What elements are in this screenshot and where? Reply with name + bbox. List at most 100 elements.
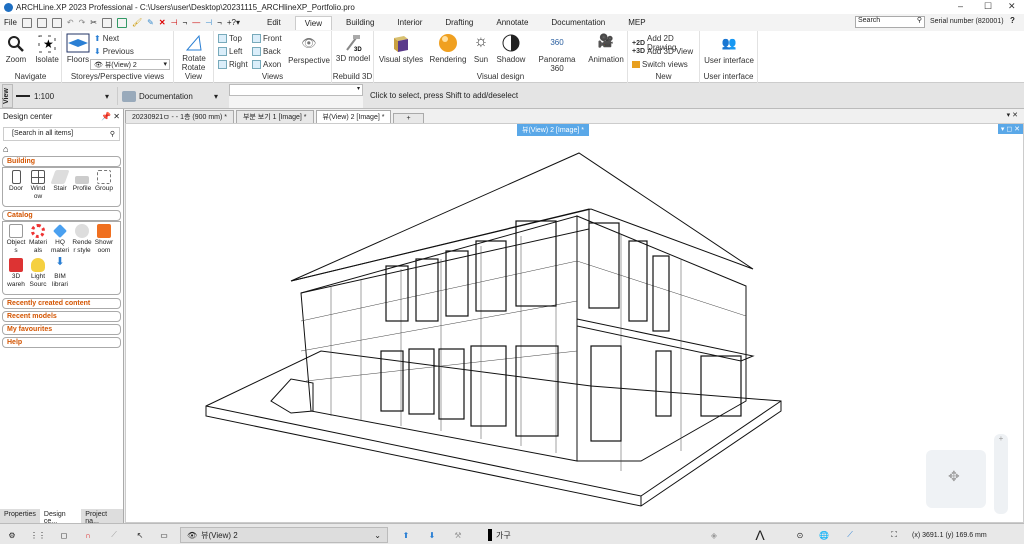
open-icon[interactable] [21,17,32,28]
doc-tab-view2[interactable]: 뷰(View) 2 [Image] * [315,110,392,123]
settings-gear-icon[interactable]: ⚙ [4,527,20,543]
copy-icon[interactable] [102,17,112,28]
tab-project-navigator[interactable]: Project na... [81,509,123,525]
redo-icon[interactable]: ↷ [79,18,86,27]
light-sources-item[interactable]: Light Sourc [27,258,49,289]
3d-viewport[interactable]: 뷰(View) 2 [Image] * ▾ ◻ ✕ ✥ + [125,123,1024,523]
user-interface-button[interactable]: 👥 User interface [702,36,756,65]
brush-icon[interactable]: 🖌 [132,18,142,27]
print-icon[interactable] [51,17,62,28]
doc-tab-partial-view[interactable]: 부분 보기 1 [Image] * [235,110,314,123]
customize-icon[interactable]: +?▾ [227,18,240,27]
navigation-cube-widget[interactable]: ✥ [926,450,986,508]
trim-icon[interactable]: ⊣ [205,18,212,27]
visual-styles-button[interactable]: Visual styles [378,33,424,64]
help-section[interactable]: Help [2,337,121,348]
stair-item[interactable]: Stair [49,170,71,201]
animation-button[interactable]: 🎥 Animation [586,33,626,64]
hq-materials-item[interactable]: HQ materi [49,224,71,255]
paste-icon[interactable] [117,17,127,28]
close-panel-icon[interactable]: ✕ [113,112,120,121]
home-icon[interactable]: ⌂ [0,144,123,154]
tab-properties[interactable]: Properties [0,509,40,523]
pin-icon[interactable]: 📌 [101,112,111,121]
layers-icon[interactable]: ◈ [706,527,722,543]
cut-icon[interactable]: ✂ [90,18,97,27]
file-menu[interactable]: File [4,18,17,27]
tab-documentation[interactable]: Documentation [542,16,614,29]
rebuild-3d-icon[interactable]: ⚒ [450,527,466,543]
current-layer[interactable]: 가구 [488,527,511,543]
view-top-button[interactable]: Top [218,34,242,43]
save-icon[interactable] [36,17,47,28]
rotate-button[interactable]: Rotate [178,34,210,63]
window-item[interactable]: Wind ow [27,170,49,201]
perspective-button[interactable]: 👁 Perspective [288,36,330,65]
dimension-icon[interactable]: ⊣ [171,18,178,27]
tab-view[interactable]: View [294,15,332,30]
search-input[interactable]: Search ⚲ [855,16,925,28]
pointer-icon[interactable]: ⊙ [792,527,808,543]
command-input[interactable]: ▾ [229,84,363,96]
isolate-button[interactable]: ★ Isolate [34,35,60,64]
tab-design-center[interactable]: Design ce... [39,509,82,525]
panorama-360-button[interactable]: 360 Panorama 360 [532,33,582,73]
showroom-item[interactable]: Showr oom [93,224,115,255]
zoom-extents-icon[interactable]: ⛶ [886,527,902,543]
maximize-button[interactable]: ☐ [984,1,992,12]
bim-libraries-item[interactable]: ⬇ BIM librari [49,257,71,289]
recently-created-section[interactable]: Recently created content [2,298,121,309]
tab-edit[interactable]: Edit [258,16,290,29]
objects-item[interactable]: Object s [5,224,27,255]
group-item[interactable]: Group [93,170,115,201]
next-button[interactable]: ⬆ Next [94,34,119,43]
minimize-button[interactable]: – [958,1,963,11]
view-status-select[interactable]: 👁 뷰(View) 2 ⌄ [180,527,388,543]
scale-select[interactable]: 1:100 ▾ [16,87,118,105]
magnet-icon[interactable]: ∩ [80,527,96,543]
view-select[interactable]: 👁 뷰(View) 2 ▾ [90,59,170,70]
zoom-button[interactable]: Zoom [4,35,28,64]
recent-models-section[interactable]: Recent models [2,311,121,322]
view-right-button[interactable]: Right [218,60,248,69]
tab-menu-icon[interactable]: ▾ ✕ [1007,111,1018,119]
view-box-icon[interactable]: ▭ [156,527,172,543]
view-front-button[interactable]: Front [252,34,282,43]
tab-building[interactable]: Building [337,16,383,29]
zoom-slider[interactable]: + [994,434,1008,514]
switch-views-button[interactable]: Switch views [632,60,688,69]
layer-set-select[interactable]: Documentation ▾ [122,87,226,105]
add-3d-view-button[interactable]: +3D Add 3D View [632,47,693,56]
3d-model-button[interactable]: 3D 3D model [334,34,372,63]
text-style-icon[interactable]: Λ [752,527,768,543]
tab-mep[interactable]: MEP [619,16,654,29]
delete-icon[interactable]: ✕ [159,18,166,27]
tab-interior[interactable]: Interior [388,16,431,29]
globe-icon[interactable]: 🌐 [816,527,832,543]
shadow-button[interactable]: Shadow [496,33,526,64]
frame-icon[interactable]: ◻ [56,527,72,543]
rendering-button[interactable]: Rendering [428,33,468,64]
corner-icon[interactable]: ¬ [183,18,188,27]
render-style-item[interactable]: Rende r style [71,224,93,255]
grid-icon[interactable]: ⋮⋮ [30,527,46,543]
building-section-header[interactable]: Building [2,156,121,167]
tab-annotate[interactable]: Annotate [487,16,537,29]
help-button[interactable]: ? [1010,16,1015,25]
floor-down-icon[interactable]: ⬇ [424,527,440,543]
floors-button[interactable]: Floors [64,33,92,64]
design-center-search[interactable]: [Search in all items] ⚲ [3,127,120,141]
doc-tab-floor[interactable]: 20230921ㅁ - - 1층 (900 mm) * [125,110,234,123]
view-axon-button[interactable]: Axon [252,60,281,69]
my-favourites-section[interactable]: My favourites [2,324,121,335]
angle-icon[interactable]: ⟋ [106,527,122,543]
pencil-icon[interactable]: ✎ [147,18,154,27]
materials-item[interactable]: Materi als [27,224,49,255]
undo-icon[interactable]: ↶ [67,18,74,27]
door-item[interactable]: Door [5,170,27,201]
3d-warehouse-item[interactable]: 3D wareh [5,258,27,289]
close-button[interactable]: ✕ [1008,1,1016,12]
sun-button[interactable]: ☼ Sun [470,33,492,64]
catalog-section-header[interactable]: Catalog [2,210,121,221]
floor-up-icon[interactable]: ⬆ [398,527,414,543]
